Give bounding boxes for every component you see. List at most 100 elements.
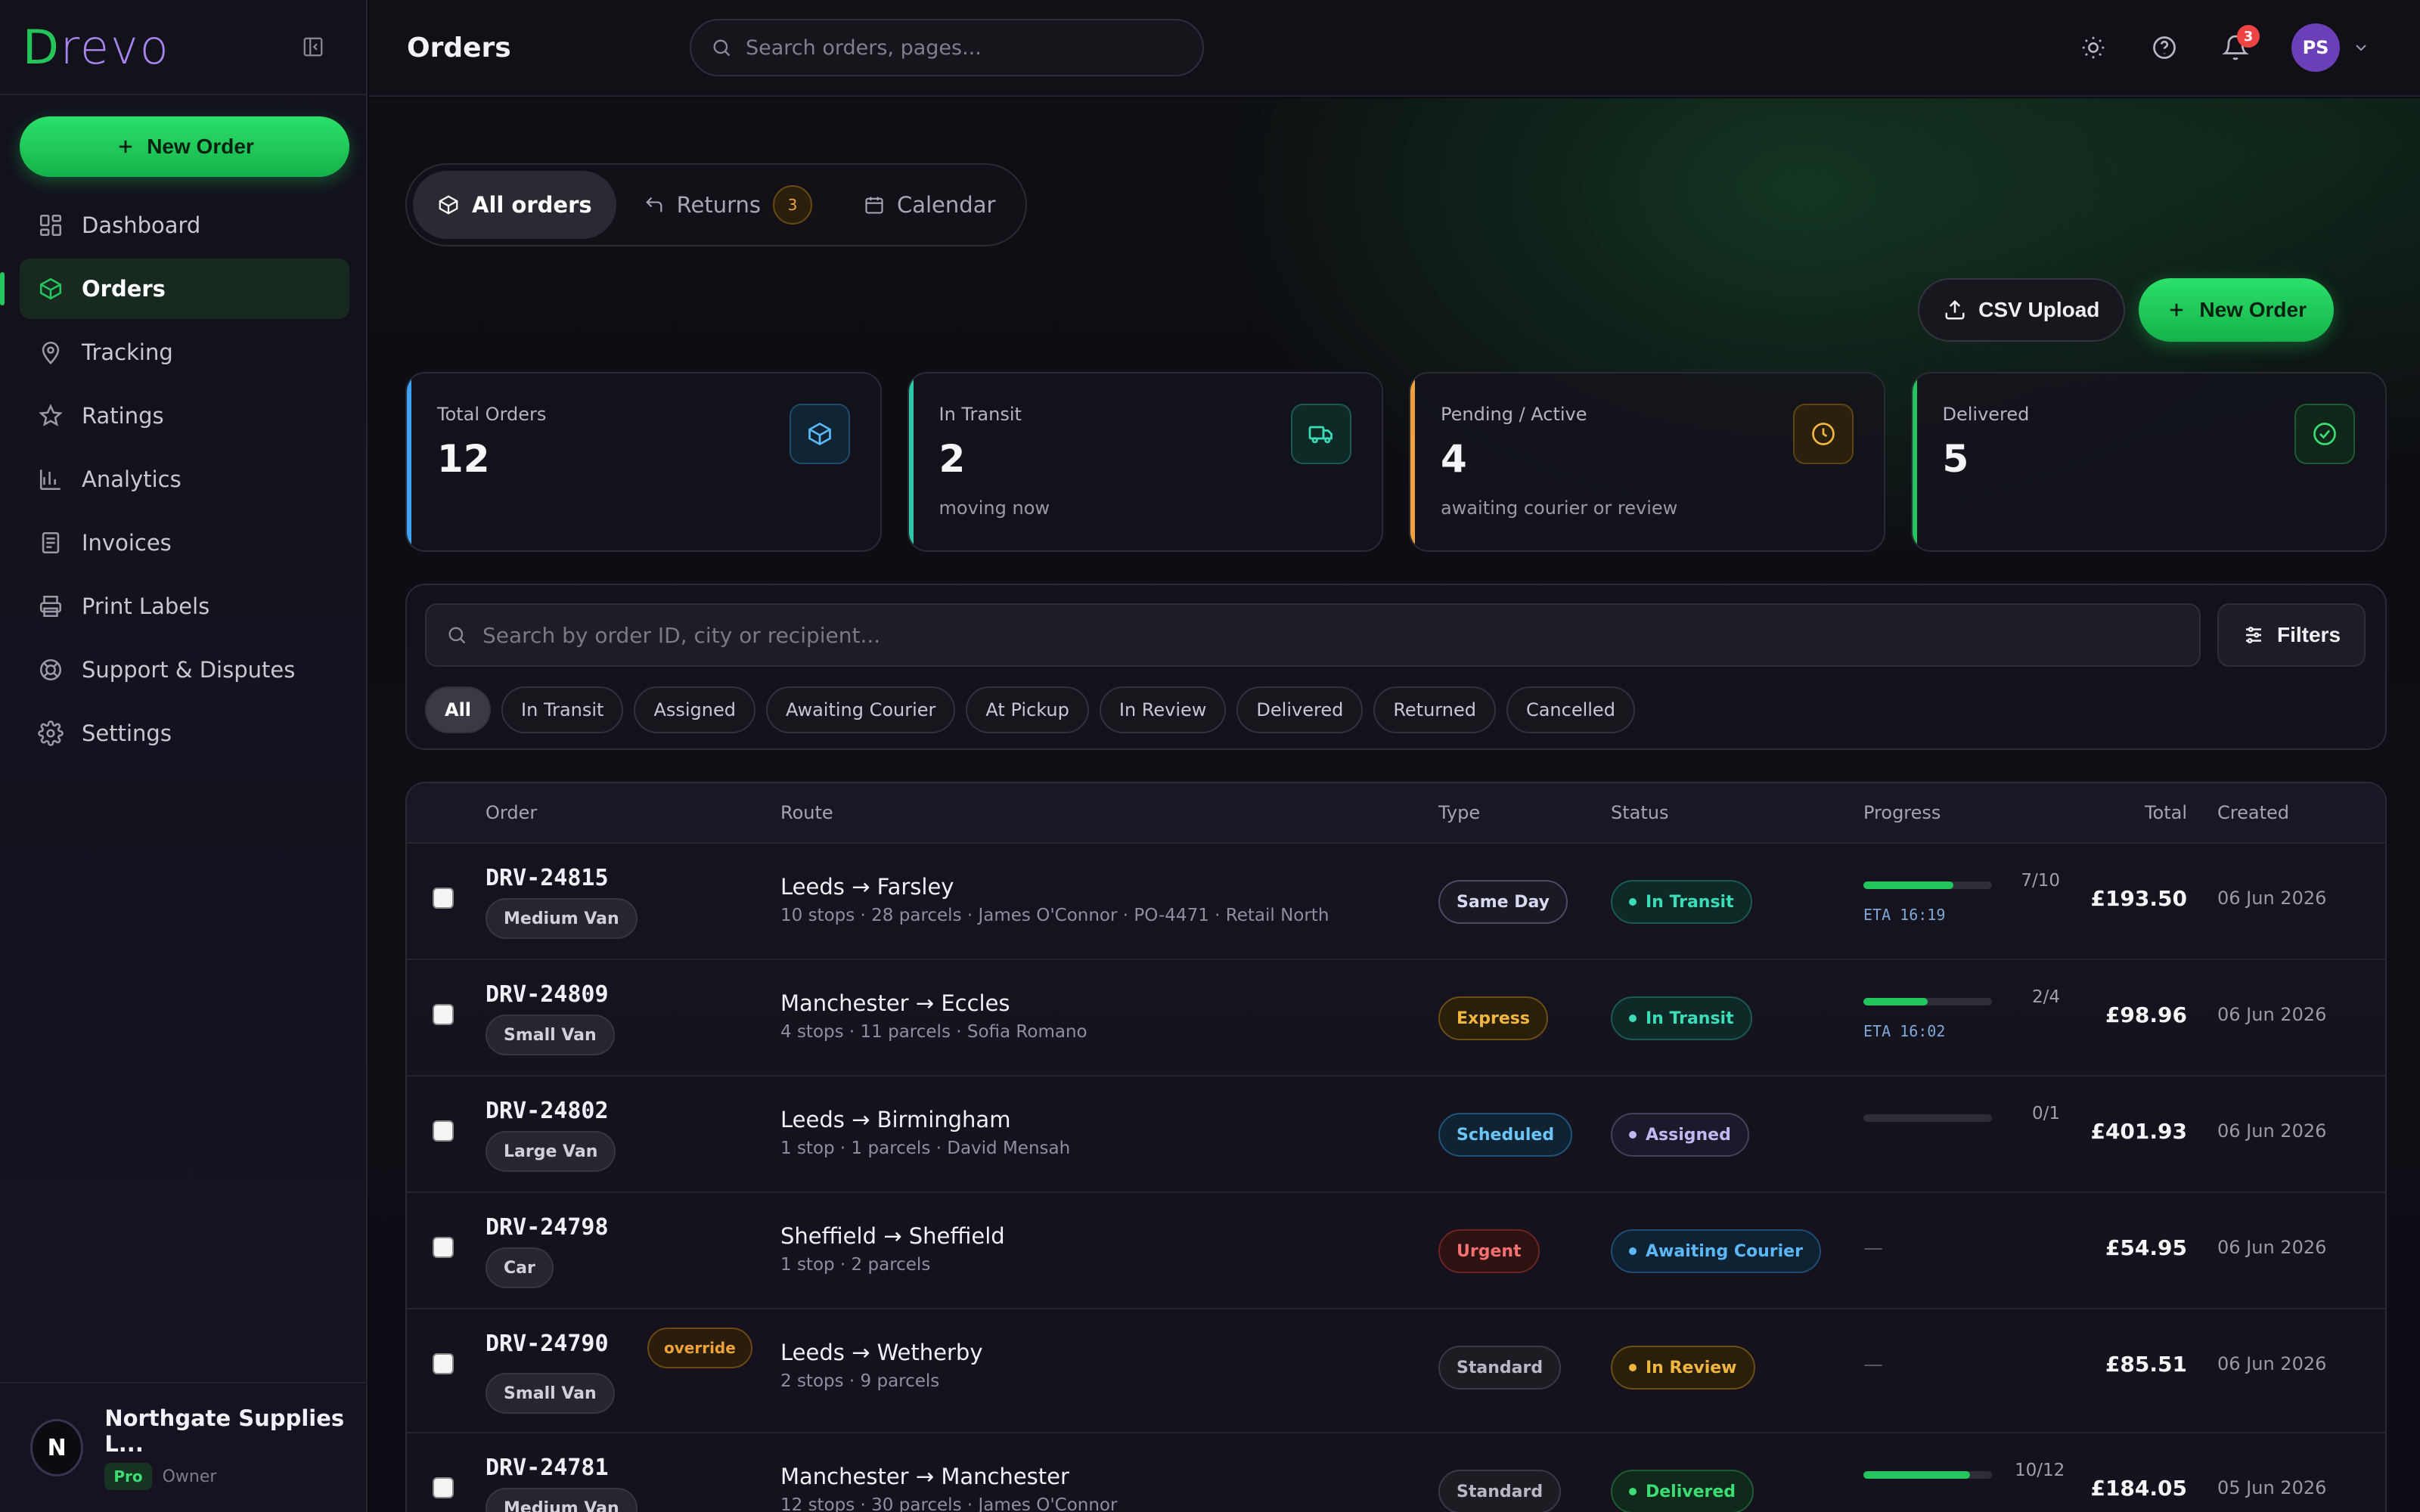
- order-search-input[interactable]: Search by order ID, city or recipient...: [425, 603, 2201, 667]
- vehicle-badge: Small Van: [486, 1015, 615, 1055]
- order-total: £85.51: [2105, 1352, 2187, 1377]
- chip-cancelled[interactable]: Cancelled: [1506, 686, 1635, 733]
- type-badge: Express: [1438, 996, 1548, 1040]
- csv-upload-button[interactable]: CSV Upload: [1918, 278, 2126, 342]
- column-header-route[interactable]: Route: [780, 802, 833, 823]
- vehicle-badge: Car: [486, 1247, 554, 1288]
- row-checkbox[interactable]: [433, 1353, 454, 1374]
- sidebar-item-label: Settings: [82, 720, 172, 746]
- table-row[interactable]: DRV-24798 Car Sheffield → Sheffield 1 stop …: [407, 1193, 2385, 1309]
- status-label: In Transit: [1646, 892, 1734, 912]
- orders-table: Order Route Type Status Progress Total C…: [405, 782, 2387, 1512]
- org-info: Northgate Supplies L... Pro Owner: [104, 1405, 368, 1490]
- tab-all-orders[interactable]: All orders: [413, 171, 616, 239]
- vehicle-badge: Large Van: [486, 1131, 616, 1172]
- global-search-input[interactable]: Search orders, pages...: [690, 19, 1204, 76]
- app-logo[interactable]: Drevo: [23, 20, 170, 75]
- filters-button[interactable]: Filters: [2217, 603, 2366, 667]
- sidebar-item-ratings[interactable]: Ratings: [20, 386, 349, 446]
- sidebar-item-settings[interactable]: Settings: [20, 703, 349, 764]
- table-body: DRV-24815 Medium Van Leeds → Farsley 10 sto…: [407, 844, 2385, 1512]
- chip-in-transit[interactable]: In Transit: [501, 686, 624, 733]
- order-total: £184.05: [2090, 1476, 2187, 1501]
- plus-icon: [2170, 303, 2183, 317]
- sidebar-item-label: Invoices: [82, 530, 172, 556]
- chip-awaiting-courier[interactable]: Awaiting Courier: [766, 686, 956, 733]
- column-header-created[interactable]: Created: [2217, 802, 2289, 823]
- column-header-type[interactable]: Type: [1438, 802, 1480, 823]
- chip-all[interactable]: All: [425, 686, 492, 733]
- progress-bar: [1863, 998, 1992, 1005]
- column-header-total[interactable]: Total: [2145, 802, 2187, 823]
- plan-badge: Pro: [104, 1463, 152, 1490]
- filter-panel: Search by order ID, city or recipient...…: [405, 584, 2387, 750]
- row-checkbox[interactable]: [433, 1477, 454, 1498]
- status-filter-chips: All In Transit Assigned Awaiting Courier…: [425, 686, 1635, 733]
- table-row[interactable]: DRV-24781 Medium Van Manchester → Manchest…: [407, 1433, 2385, 1512]
- org-switcher[interactable]: N Northgate Supplies L... Pro Owner: [0, 1382, 368, 1512]
- table-row[interactable]: DRV-24809 Small Van Manchester → Eccles 4 s…: [407, 960, 2385, 1077]
- chip-at-pickup[interactable]: At Pickup: [966, 686, 1089, 733]
- chip-in-review[interactable]: In Review: [1099, 686, 1227, 733]
- row-checkbox[interactable]: [433, 1237, 454, 1258]
- new-order-button[interactable]: New Order: [2139, 278, 2334, 342]
- org-name: Northgate Supplies L...: [104, 1405, 345, 1457]
- search-icon: [713, 39, 731, 57]
- route-details: 2 stops · 9 parcels: [780, 1371, 940, 1391]
- table-row[interactable]: DRV-24815 Medium Van Leeds → Farsley 10 sto…: [407, 844, 2385, 960]
- lifebuoy-icon: [39, 658, 62, 681]
- progress-count: 7/10: [2021, 871, 2060, 891]
- global-search-placeholder: Search orders, pages...: [746, 36, 982, 60]
- chip-delivered[interactable]: Delivered: [1236, 686, 1364, 733]
- type-badge: Urgent: [1438, 1229, 1540, 1273]
- chip-assigned[interactable]: Assigned: [634, 686, 755, 733]
- order-id[interactable]: DRV-24781: [486, 1455, 609, 1481]
- sidebar-item-orders[interactable]: Orders: [0, 259, 349, 319]
- column-header-status[interactable]: Status: [1611, 802, 1668, 823]
- page-title: Orders: [407, 32, 511, 64]
- orders-tabs: All orders Returns 3 Calendar: [405, 163, 1028, 246]
- progress-count: 10/12: [2015, 1461, 2065, 1480]
- row-checkbox[interactable]: [433, 888, 454, 909]
- help-icon[interactable]: [2149, 33, 2180, 63]
- tab-calendar[interactable]: Calendar: [839, 171, 1019, 239]
- chip-returned[interactable]: Returned: [1373, 686, 1496, 733]
- sidebar-item-dashboard[interactable]: Dashboard: [20, 195, 349, 256]
- role-label: Owner: [162, 1467, 217, 1486]
- sidebar-item-print-labels[interactable]: Print Labels: [20, 576, 349, 637]
- order-id[interactable]: DRV-24809: [486, 981, 609, 1008]
- theme-toggle-sun-icon[interactable]: [2078, 33, 2108, 63]
- order-id[interactable]: DRV-24815: [486, 865, 609, 891]
- created-date: 05 Jun 2026: [2217, 1477, 2327, 1498]
- column-header-order[interactable]: Order: [486, 802, 537, 823]
- bar-chart-icon: [39, 469, 60, 491]
- row-checkbox[interactable]: [433, 1120, 454, 1142]
- status-label: In Transit: [1646, 1009, 1734, 1028]
- order-id[interactable]: DRV-24790: [486, 1331, 609, 1357]
- sidebar-item-tracking[interactable]: Tracking: [20, 322, 349, 383]
- collapse-sidebar-icon[interactable]: [298, 32, 328, 62]
- route-title: Manchester → Eccles: [780, 990, 1010, 1016]
- sidebar-new-order-button[interactable]: New Order: [20, 116, 349, 177]
- status-dot: [1629, 1015, 1637, 1022]
- order-id[interactable]: DRV-24802: [486, 1098, 609, 1124]
- user-menu[interactable]: PS: [2291, 23, 2370, 72]
- route-title: Leeds → Wetherby: [780, 1340, 983, 1365]
- order-id[interactable]: DRV-24798: [486, 1214, 609, 1241]
- page-actions: CSV Upload New Order: [1918, 278, 2334, 342]
- table-row[interactable]: DRV-24790 override Small Van Leeds → Wether…: [407, 1309, 2385, 1433]
- sidebar-item-support-disputes[interactable]: Support & Disputes: [20, 640, 349, 700]
- order-total: £54.95: [2105, 1235, 2187, 1260]
- tab-returns[interactable]: Returns 3: [619, 171, 836, 239]
- topbar-actions: 3 PS: [2078, 23, 2370, 72]
- column-header-progress[interactable]: Progress: [1863, 802, 1941, 823]
- eta-label: ETA 16:19: [1863, 906, 1946, 924]
- route-details: 10 stops · 28 parcels · James O'Connor ·…: [780, 906, 1329, 925]
- sidebar-item-invoices[interactable]: Invoices: [20, 513, 349, 573]
- sidebar-item-analytics[interactable]: Analytics: [20, 449, 349, 510]
- notifications-bell-icon[interactable]: 3: [2220, 25, 2260, 63]
- upload-icon: [1945, 299, 1965, 320]
- table-row[interactable]: DRV-24802 Large Van Leeds → Birmingham 1 st…: [407, 1077, 2385, 1193]
- sidebar-nav: Dashboard Orders Tracking Ratings Analyt…: [0, 195, 349, 767]
- row-checkbox[interactable]: [433, 1004, 454, 1025]
